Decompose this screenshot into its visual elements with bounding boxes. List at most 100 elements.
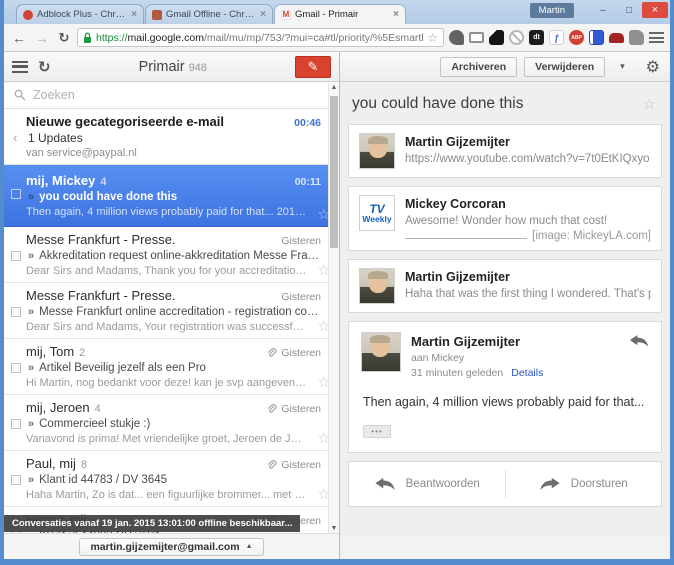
- inbox-title: Primair 948: [61, 59, 285, 75]
- more-actions-dropdown-icon[interactable]: ▾: [612, 58, 633, 75]
- gmail-menu-icon[interactable]: [12, 60, 28, 73]
- thread-date: Gisteren: [281, 235, 321, 247]
- conversation-star-icon[interactable]: ☆: [643, 95, 656, 113]
- thread-line2: » Klant id 44783 / DV 3645: [28, 473, 321, 488]
- reply-icon[interactable]: [629, 334, 649, 348]
- reload-icon[interactable]: ↻: [56, 30, 72, 46]
- thread-count: 4: [94, 403, 101, 415]
- thread-checkbox[interactable]: [11, 419, 21, 429]
- chrome-menu-icon[interactable]: [649, 32, 664, 43]
- chat-bubble-extension-icon[interactable]: [449, 30, 464, 45]
- reply-button[interactable]: Beantwoorden: [349, 462, 505, 506]
- news-extension-icon[interactable]: [589, 30, 604, 45]
- currents-extension-icon[interactable]: [489, 30, 504, 45]
- scroll-up-icon[interactable]: ▲: [329, 84, 339, 91]
- maximize-button[interactable]: □: [616, 2, 642, 18]
- conversation-subject-row: you could have done this ☆: [348, 82, 662, 124]
- stars-extension-icon[interactable]: ƒ: [549, 30, 564, 45]
- back-icon[interactable]: ←: [10, 30, 28, 46]
- message-snippet: Awesome! Wonder how much that cost!: [405, 215, 608, 227]
- thread-count: 2: [79, 347, 86, 359]
- thread-row[interactable]: Messe Frankfurt - Presse. Gisteren » Akkred…: [4, 227, 339, 283]
- thread-subject: Artikel Beveilig jezelf als een Pro: [39, 362, 206, 374]
- expanded-message[interactable]: Martin Gijzemijter aan Mickey 31 minuten…: [348, 321, 662, 453]
- thread-sender: mij, Jeroen: [26, 400, 90, 415]
- list-header: ↻ Primair 948 ✎: [4, 52, 339, 82]
- thread-row[interactable]: mij, Mickey 4 00:11 » you could have done th…: [4, 165, 339, 227]
- url-text[interactable]: https://mail.google.com/mail/mu/mp/753/?…: [96, 32, 423, 44]
- thread-row[interactable]: mij, Tom 2 Gisteren » Artikel Beveilig jezel…: [4, 339, 339, 395]
- thread-row[interactable]: Messe Frankfurt - Presse. Gisteren» Messe …: [4, 283, 339, 339]
- inbox-title-text: Primair: [138, 58, 185, 75]
- reply-label: Beantwoorden: [405, 478, 480, 490]
- message-meta: 31 minuten geleden Details: [411, 367, 649, 379]
- collapsed-message[interactable]: TV Weekly Mickey Corcoran Awesome! Wonder h…: [348, 186, 662, 251]
- show-trimmed-content-button[interactable]: •••: [363, 425, 391, 438]
- archive-button[interactable]: Archiveren: [440, 56, 518, 77]
- account-switcher-button[interactable]: martin.gijzemijter@gmail.com ▲: [79, 537, 264, 556]
- thread-group-row[interactable]: Nieuwe gecategoriseerde e-mail 00:46 ‹ 1 Up…: [4, 109, 339, 165]
- thread-sender: Messe Frankfurt - Presse.: [26, 288, 176, 303]
- message-info: Martin Gijzemijter https://www.youtube.co…: [405, 133, 651, 169]
- thread-checkbox[interactable]: [11, 307, 21, 317]
- compose-button[interactable]: ✎: [295, 55, 331, 78]
- collapsed-message[interactable]: Martin Gijzemijter Haha that was the firs…: [348, 259, 662, 313]
- adblock-plus-extension-icon[interactable]: ABP: [569, 30, 584, 45]
- chevron-left-icon[interactable]: ‹: [13, 130, 17, 145]
- tab-close-icon[interactable]: ×: [260, 9, 266, 20]
- list-scrollbar[interactable]: ▲ ▼: [328, 83, 339, 533]
- forward-icon[interactable]: →: [33, 30, 51, 46]
- importance-marker-icon: »: [28, 191, 35, 203]
- tab-close-icon[interactable]: ×: [131, 9, 137, 20]
- browser-tab[interactable]: Adblock Plus - Chrome W ×: [16, 4, 144, 24]
- thread-line2: » Commercieel stukje :): [28, 417, 321, 432]
- minimize-button[interactable]: –: [590, 2, 616, 18]
- thread-preview: Vanavond is prima! Met vriendelijke groe…: [26, 433, 321, 445]
- dt-extension-icon[interactable]: dt: [529, 30, 544, 45]
- thread-subject: you could have done this: [39, 191, 178, 203]
- scroll-down-icon[interactable]: ▼: [329, 525, 339, 532]
- thread-row[interactable]: Paul, mij 8 Gisteren » Klant id 44783 / DV 3…: [4, 451, 339, 507]
- collapsed-message[interactable]: Martin Gijzemijter https://www.youtube.co…: [348, 124, 662, 178]
- attachment-paperclip-icon: [268, 348, 277, 357]
- screen-extension-icon[interactable]: [469, 32, 484, 43]
- thread-count: 8: [80, 459, 87, 471]
- avatar-text: Weekly: [362, 213, 392, 224]
- sender-name: Martin Gijzemijter: [405, 270, 510, 284]
- forward-button[interactable]: Doorsturen: [506, 462, 662, 506]
- thread-checkbox[interactable]: [11, 475, 21, 485]
- close-button[interactable]: ×: [642, 2, 668, 18]
- search-bar[interactable]: [4, 82, 339, 109]
- browser-tab[interactable]: Gmail Offline - Chrome W ×: [145, 4, 273, 24]
- attachment-paperclip-icon: [268, 460, 277, 469]
- gmail-refresh-icon[interactable]: ↻: [38, 58, 51, 76]
- thread-checkbox[interactable]: [11, 189, 21, 199]
- scrollbar-thumb[interactable]: [330, 96, 338, 248]
- message-row: Martin Gijzemijter https://www.youtube.co…: [349, 125, 661, 177]
- search-input[interactable]: [33, 88, 329, 102]
- delete-button[interactable]: Verwijderen: [524, 56, 606, 77]
- reply-forward-bar: Beantwoorden Doorsturen: [348, 461, 662, 507]
- bookmark-star-icon[interactable]: ☆: [427, 31, 438, 45]
- details-link[interactable]: Details: [511, 367, 543, 379]
- browser-window: Adblock Plus - Chrome W×Gmail Offline - …: [0, 0, 674, 565]
- chrome-user-chip[interactable]: Martin: [529, 3, 574, 18]
- thread-sender: Messe Frankfurt - Presse.: [26, 232, 176, 247]
- thread-checkbox[interactable]: [11, 251, 21, 261]
- browser-tab[interactable]: M Gmail - Primair ×: [274, 4, 406, 24]
- thread-checkbox[interactable]: [11, 363, 21, 373]
- avatar: [361, 332, 401, 372]
- omnibox[interactable]: https://mail.google.com/mail/mu/mp/753/?…: [77, 28, 444, 47]
- thread-date: 00:46: [294, 117, 321, 129]
- car-extension-icon[interactable]: [609, 32, 624, 43]
- thread-subject: Akkreditation request online-akkreditati…: [39, 250, 321, 262]
- tab-close-icon[interactable]: ×: [393, 9, 399, 20]
- account-bar: martin.gijzemijter@gmail.com ▲: [4, 533, 339, 559]
- disabled-circle-extension-icon[interactable]: [509, 30, 524, 45]
- thread-row[interactable]: mij, Jeroen 4 Gisteren » Commercieel stukje …: [4, 395, 339, 451]
- search-icon: [14, 89, 26, 101]
- evernote-extension-icon[interactable]: [629, 30, 644, 45]
- message-row: Martin Gijzemijter Haha that was the firs…: [349, 260, 661, 312]
- settings-gear-icon[interactable]: ⚙: [646, 57, 660, 77]
- avatar: [359, 268, 395, 304]
